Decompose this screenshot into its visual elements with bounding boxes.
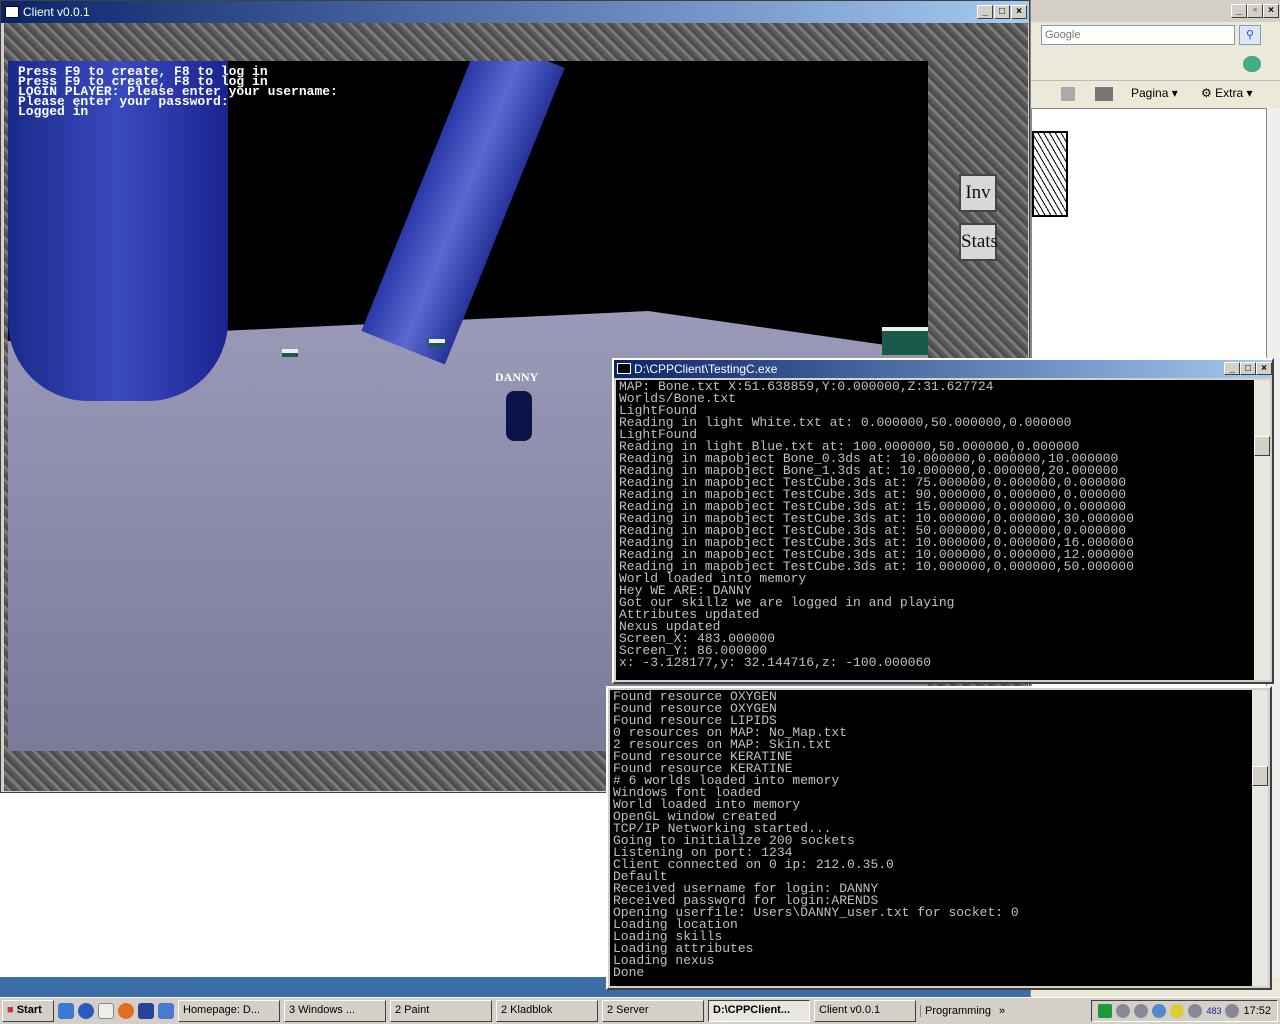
window-title: Client v0.0.1 — [23, 5, 90, 19]
console-line: Client connected on 0 ip: 212.0.35.0 — [613, 857, 894, 872]
scrollbar-thumb[interactable] — [1254, 436, 1270, 456]
command-bar: Pagina ▾ ⚙ Extra ▾ — [1031, 80, 1280, 106]
cube-object — [429, 339, 445, 347]
taskbar-button-paint[interactable]: 2 Paint — [390, 1000, 492, 1022]
restore-button[interactable]: ▫ — [1247, 4, 1263, 18]
start-button[interactable]: ■ Start — [2, 1000, 54, 1022]
console-line: Loading nexus — [613, 953, 715, 968]
clock[interactable]: 17:52 — [1243, 1005, 1271, 1017]
browser-titlebar: _ ▫ × — [1031, 0, 1280, 22]
tray-network-icon[interactable] — [1152, 1004, 1167, 1018]
start-label: Start — [16, 1004, 42, 1016]
window-title: D:\CPPClient\TestingC.exe — [634, 362, 778, 376]
taskbar-button-server[interactable]: 2 Server — [602, 1000, 704, 1022]
inventory-button[interactable]: Inv — [959, 174, 997, 212]
outlook-icon[interactable] — [158, 1003, 174, 1019]
print-icon[interactable] — [1095, 87, 1113, 101]
minimize-button[interactable]: _ — [977, 5, 993, 19]
tray-app-icon[interactable] — [1098, 1004, 1113, 1018]
page-image — [1032, 131, 1068, 217]
magnifier-icon: ⚲ — [1245, 29, 1255, 41]
tray-alert-icon[interactable] — [1170, 1004, 1185, 1018]
notepad-icon[interactable] — [98, 1003, 114, 1019]
close-button[interactable]: × — [1263, 4, 1279, 18]
tray-counter: 483 — [1206, 1006, 1222, 1016]
console-line: Reading in light White.txt at: 0.000000,… — [619, 415, 1072, 430]
console-icon — [617, 363, 631, 374]
console-line: Done — [613, 965, 645, 980]
minimize-button[interactable]: _ — [1224, 362, 1240, 375]
console-titlebar: D:\CPPClient\TestingC.exe _ □ × — [614, 360, 1272, 378]
close-button[interactable]: × — [1011, 5, 1027, 19]
taskbar-button-cppclient[interactable]: D:\CPPClient... — [708, 1000, 810, 1022]
taskbar-button-homepage[interactable]: Homepage: D... — [178, 1000, 280, 1022]
search-button[interactable]: ⚲ — [1239, 25, 1261, 45]
minimize-button[interactable]: _ — [1231, 4, 1247, 18]
console-line: Worlds/Bone.txt — [619, 391, 737, 406]
window-icon — [5, 6, 19, 18]
game-messages: Press F9 to create, F8 to log in Press F9… — [18, 65, 338, 118]
console-output: MAP: Bone.txt X:51.638859,Y:0.000000,Z:3… — [616, 380, 1254, 680]
gear-icon: ⚙ — [1201, 86, 1212, 100]
tray-messenger-icon[interactable] — [1116, 1004, 1131, 1018]
server-console-window: Found resource OXYGEN Found resource OXYG… — [606, 686, 1272, 990]
taskbar-button-kladblok[interactable]: 2 Kladblok — [496, 1000, 598, 1022]
player-character[interactable] — [506, 391, 532, 441]
search-input[interactable] — [1041, 25, 1235, 45]
ie-quicklaunch-icon[interactable] — [58, 1003, 74, 1019]
windows-logo-icon: ■ — [7, 1004, 14, 1016]
extra-label: Extra — [1215, 86, 1244, 100]
client-console-window: D:\CPPClient\TestingC.exe _ □ × MAP: Bon… — [612, 358, 1274, 684]
tray-volume-icon[interactable] — [1188, 1004, 1203, 1018]
player-name-label: DANNY — [495, 370, 539, 384]
page-menu[interactable]: Pagina ▾ — [1131, 86, 1178, 100]
taskbar-button-windows[interactable]: 3 Windows ... — [284, 1000, 386, 1022]
firefox-icon[interactable] — [118, 1003, 134, 1019]
maximize-button[interactable]: □ — [994, 5, 1010, 19]
taskbar: ■ Start Homepage: D... 3 Windows ... 2 P… — [0, 997, 1280, 1024]
tray-sync-icon[interactable] — [1225, 1004, 1240, 1018]
toolbar-overflow-icon[interactable]: » — [999, 1005, 1005, 1017]
page-label: Pagina — [1131, 86, 1169, 100]
console-output: Found resource OXYGEN Found resource OXYG… — [610, 690, 1252, 986]
client-titlebar: Client v0.0.1 _ □ × — [1, 1, 1029, 23]
media-player-icon[interactable] — [78, 1003, 94, 1019]
cube-object — [282, 349, 298, 357]
globe-icon[interactable] — [1243, 56, 1261, 72]
background-window-area — [0, 793, 606, 977]
programming-toolbar[interactable]: Programming — [920, 1005, 995, 1017]
system-tray: 483 17:52 — [1091, 1000, 1278, 1022]
console-scrollbar[interactable] — [1252, 690, 1268, 986]
taskbar-button-client[interactable]: Client v0.0.1 — [814, 1000, 916, 1022]
console-scrollbar[interactable] — [1254, 380, 1270, 680]
close-button[interactable]: × — [1256, 362, 1272, 375]
scrollbar-thumb[interactable] — [1252, 766, 1268, 786]
maximize-button[interactable]: □ — [1240, 362, 1256, 375]
rss-icon[interactable] — [1061, 87, 1075, 101]
console-line: x: -3.128177,y: 32.144716,z: -100.000060 — [619, 655, 932, 670]
cube-object — [882, 327, 928, 355]
extra-menu[interactable]: ⚙ Extra ▾ — [1201, 86, 1252, 100]
tray-user-icon[interactable] — [1134, 1004, 1149, 1018]
devcpp-icon[interactable] — [138, 1003, 154, 1019]
stats-button[interactable]: Stats — [959, 223, 998, 261]
